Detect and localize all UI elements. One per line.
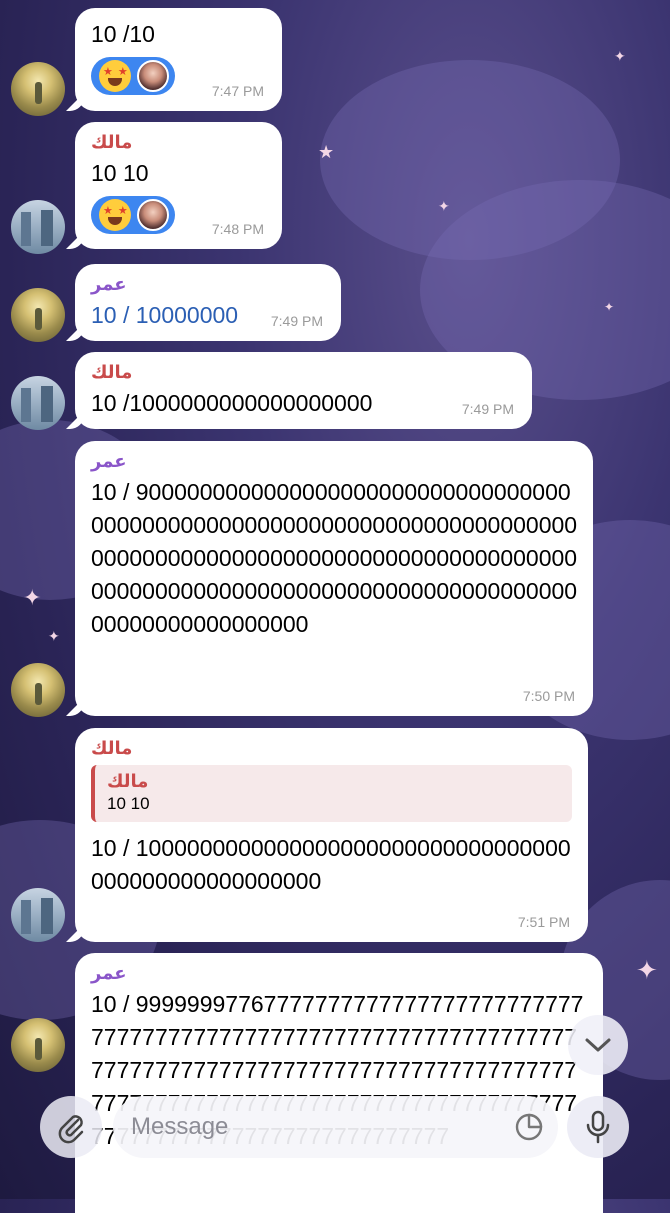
paperclip-icon — [58, 1115, 84, 1144]
message-input[interactable]: Message — [113, 1096, 558, 1158]
message-bubble[interactable]: مالك 10 10 7:48 PM — [75, 122, 282, 249]
star-struck-emoji-icon — [99, 199, 131, 231]
reactions[interactable] — [91, 196, 175, 234]
sender-name[interactable]: مالك — [91, 132, 266, 153]
reactor-avatar — [137, 199, 169, 231]
sender-avatar[interactable] — [11, 663, 65, 717]
message-list[interactable]: 10 /10 7:47 PM مالك 10 10 7:48 PM عمر 10… — [0, 0, 670, 1213]
message-time: 7:47 PM — [211, 83, 264, 99]
chevron-down-icon — [585, 1038, 611, 1052]
reactions[interactable] — [91, 57, 175, 95]
sender-name[interactable]: عمر — [91, 274, 325, 295]
microphone-icon — [586, 1110, 610, 1144]
message-time: 7:49 PM — [270, 313, 323, 329]
message-time: 7:51 PM — [517, 914, 570, 930]
message-bubble[interactable]: مالك 10 /1000000000000000000 7:49 PM — [75, 352, 532, 429]
sender-avatar[interactable] — [11, 200, 65, 254]
sticker-icon[interactable] — [514, 1112, 544, 1142]
sender-avatar[interactable] — [11, 288, 65, 342]
message-placeholder: Message — [131, 1113, 229, 1140]
sender-name[interactable]: عمر — [91, 963, 587, 984]
microphone-button[interactable] — [567, 1096, 629, 1158]
message-text: 10 10 — [91, 160, 149, 186]
reactor-avatar — [137, 60, 169, 92]
message-bubble[interactable]: 10 /10 7:47 PM — [75, 8, 282, 111]
message-input-bar: Message — [0, 1090, 670, 1170]
star-struck-emoji-icon — [99, 60, 131, 92]
message-time: 7:50 PM — [522, 688, 575, 704]
sender-avatar[interactable] — [11, 888, 65, 942]
message-bubble[interactable]: مالك مالك 10 10 10 / 1000000000000000000… — [75, 728, 588, 942]
attach-button[interactable] — [40, 1096, 102, 1158]
message-bubble[interactable]: عمر 10 / 10000000 7:49 PM — [75, 264, 341, 341]
sender-avatar[interactable] — [11, 1018, 65, 1072]
sender-name[interactable]: عمر — [91, 451, 577, 472]
scroll-down-button[interactable] — [568, 1015, 628, 1075]
message-bubble[interactable]: عمر 10 / 9999999776777777777777777777777… — [75, 953, 603, 1213]
sender-avatar[interactable] — [11, 62, 65, 116]
message-time: 7:48 PM — [211, 221, 264, 237]
message-text: 10 /10 — [91, 21, 155, 47]
message-text: 10 / 10000000000000000000000000000000000… — [91, 835, 571, 894]
sender-name[interactable]: مالك — [91, 362, 516, 383]
message-text: 10 / 90000000000000000000000000000000000… — [91, 479, 578, 637]
message-time: 7:49 PM — [461, 401, 514, 417]
reply-text: 10 10 — [107, 794, 150, 813]
sender-name[interactable]: مالك — [91, 738, 572, 759]
reply-sender-name: مالك — [107, 771, 149, 791]
sender-avatar[interactable] — [11, 376, 65, 430]
reply-preview[interactable]: مالك 10 10 — [91, 765, 572, 822]
message-text: 10 /1000000000000000000 — [91, 390, 373, 416]
message-bubble[interactable]: عمر 10 / 9000000000000000000000000000000… — [75, 441, 593, 716]
